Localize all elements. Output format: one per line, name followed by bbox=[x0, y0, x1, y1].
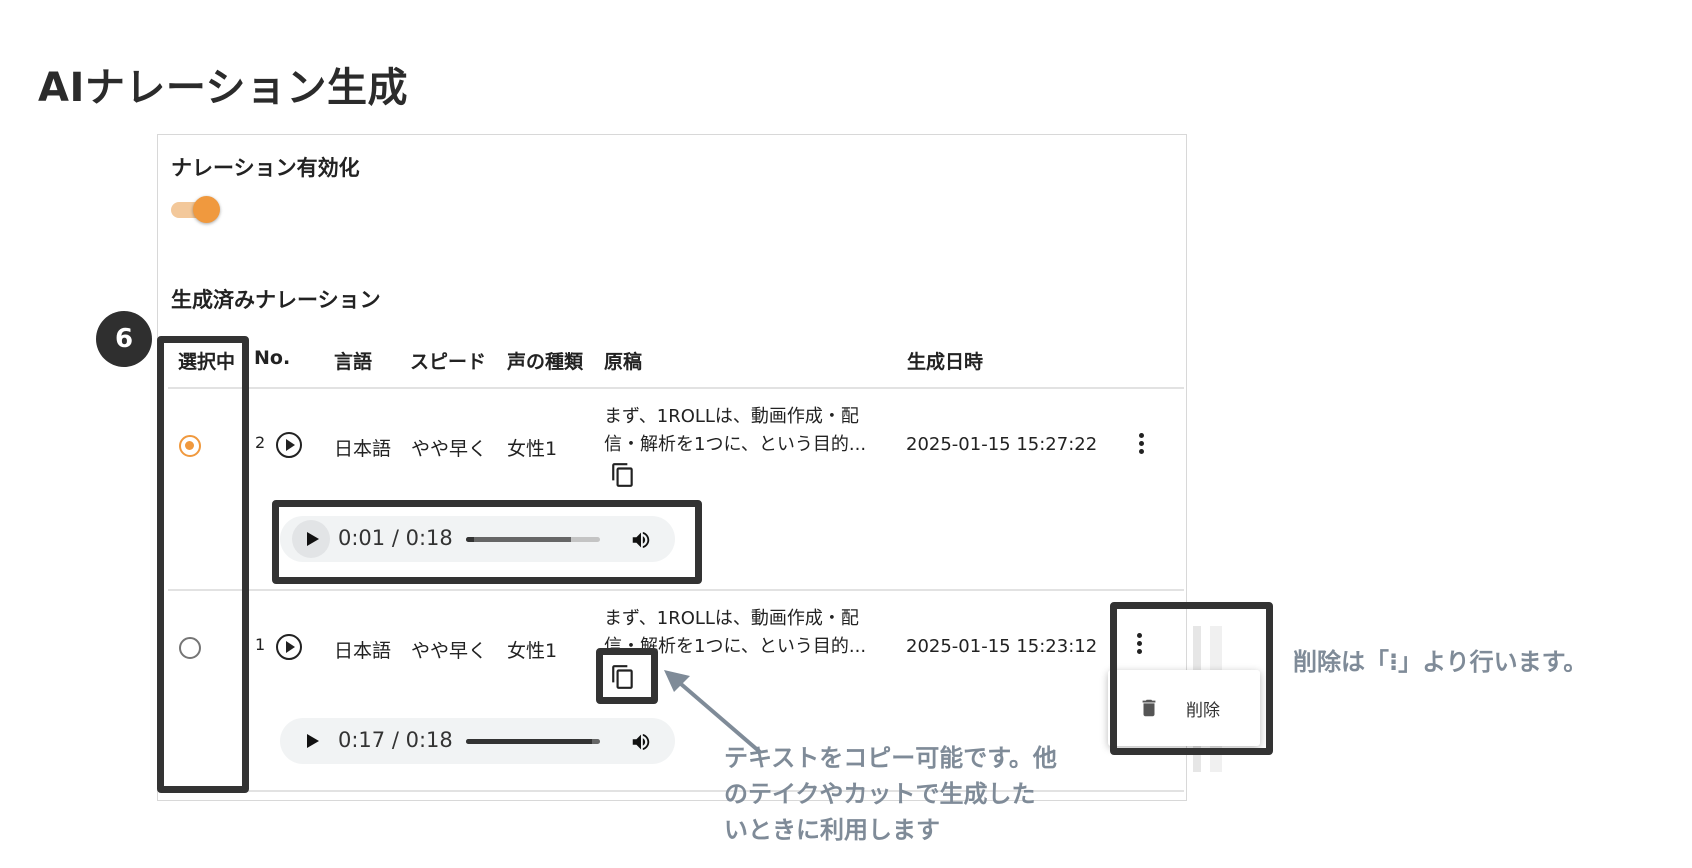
copy-annotation: テキストをコピー可能です。他 のテイクやカットで生成した いときに利用します bbox=[724, 740, 1084, 848]
highlight-frame bbox=[1110, 602, 1273, 755]
row-speed: やや早く bbox=[411, 640, 488, 662]
row-voice: 女性1 bbox=[507, 640, 558, 662]
col-header-manuscript: 原稿 bbox=[604, 351, 643, 373]
play-circle-icon[interactable] bbox=[276, 634, 302, 660]
generated-list-label: 生成済みナレーション bbox=[171, 288, 381, 312]
step-badge: 6 bbox=[96, 311, 152, 367]
copy-icon[interactable] bbox=[610, 462, 636, 488]
col-header-speed: スピード bbox=[410, 351, 487, 373]
highlight-frame bbox=[596, 648, 658, 704]
row-number: 2 bbox=[255, 433, 266, 452]
narration-toggle[interactable] bbox=[171, 196, 221, 223]
copy-annotation-line: テキストをコピー可能です。他 bbox=[724, 744, 1057, 772]
play-circle-icon[interactable] bbox=[276, 432, 302, 458]
delete-annotation: 削除は「⁝」より行います。 bbox=[1293, 648, 1588, 676]
narration-toggle-label: ナレーション有効化 bbox=[171, 156, 360, 180]
row-language: 日本語 bbox=[334, 640, 392, 662]
highlight-frame bbox=[157, 336, 249, 793]
row-speed: やや早く bbox=[411, 438, 488, 460]
row-voice: 女性1 bbox=[507, 438, 558, 460]
volume-icon[interactable] bbox=[630, 731, 652, 753]
col-header-language: 言語 bbox=[334, 351, 373, 373]
col-header-no: No. bbox=[254, 347, 291, 369]
highlight-frame bbox=[272, 500, 702, 584]
more-vert-icon[interactable] bbox=[1136, 433, 1146, 459]
copy-annotation-line: いときに利用します bbox=[724, 816, 940, 844]
audio-time: 0:17 / 0:18 bbox=[338, 728, 453, 752]
toggle-thumb bbox=[193, 196, 220, 223]
row-manuscript: まず、1ROLLは、動画作成・配信・解析を1つに、という目的... bbox=[604, 406, 867, 455]
row-language: 日本語 bbox=[334, 438, 392, 460]
audio-progress-fill bbox=[466, 739, 592, 744]
page-title: AIナレーション生成 bbox=[38, 65, 409, 111]
audio-progress[interactable] bbox=[466, 739, 600, 744]
header-divider bbox=[168, 387, 1184, 389]
row-number: 1 bbox=[255, 635, 266, 654]
row-created-at: 2025-01-15 15:27:22 bbox=[906, 434, 1098, 455]
col-header-voice: 声の種類 bbox=[507, 351, 584, 373]
audio-player[interactable]: 0:17 / 0:18 bbox=[280, 718, 675, 764]
col-header-created-at: 生成日時 bbox=[907, 351, 984, 373]
row-divider bbox=[168, 589, 1184, 591]
audio-play-button[interactable] bbox=[292, 722, 330, 760]
copy-annotation-line: のテイクやカットで生成した bbox=[724, 780, 1036, 808]
row-created-at: 2025-01-15 15:23:12 bbox=[906, 636, 1098, 657]
